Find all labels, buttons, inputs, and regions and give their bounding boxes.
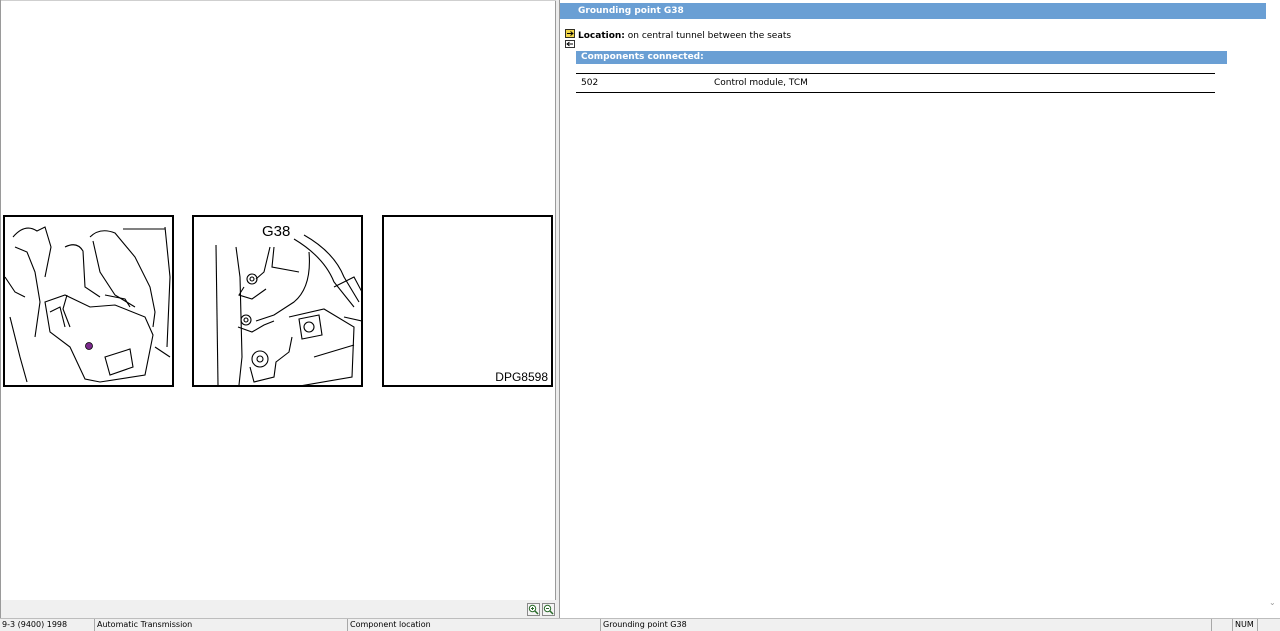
detail-pane: Grounding point G38 Location: on central… (559, 0, 1280, 618)
zoom-out-button[interactable] (542, 603, 555, 616)
illustration-panel-detail: G38 (192, 215, 363, 387)
callout-label: G38 (262, 223, 291, 240)
zoom-toolbar (1, 600, 557, 618)
pane-top-border (1, 0, 557, 1)
illustration-code: DPG8598 (495, 370, 548, 384)
table-row[interactable]: 502 Control module, TCM (576, 74, 1215, 92)
components-header: Components connected: (576, 51, 1227, 64)
zoom-in-button[interactable] (527, 603, 540, 616)
components-table: 502 Control module, TCM (576, 73, 1215, 93)
zoom-out-icon (543, 604, 554, 618)
status-item: Grounding point G38 (601, 619, 1212, 631)
illustration-pane: G38 DPG8598 (0, 0, 557, 618)
location-line: Location: on central tunnel between the … (578, 30, 791, 42)
detail-title: Grounding point G38 (560, 3, 1266, 19)
scroll-down-icon[interactable]: ⌄ (1269, 598, 1276, 607)
status-blank (1212, 619, 1233, 631)
component-number: 502 (581, 78, 599, 88)
illustration-panel-blank: DPG8598 (382, 215, 553, 387)
status-model: 9-3 (9400) 1998 (0, 619, 95, 631)
status-num: NUM (1233, 619, 1258, 631)
location-label: Location: (578, 31, 625, 41)
zoom-in-icon (528, 604, 539, 618)
location-text: on central tunnel between the seats (627, 31, 792, 41)
illustration-panel-overview (3, 215, 174, 387)
status-view: Component location (348, 619, 601, 631)
status-system: Automatic Transmission (95, 619, 348, 631)
location-icon[interactable] (565, 29, 575, 49)
component-name: Control module, TCM (714, 78, 808, 88)
status-bar: 9-3 (9400) 1998 Automatic Transmission C… (0, 618, 1280, 631)
